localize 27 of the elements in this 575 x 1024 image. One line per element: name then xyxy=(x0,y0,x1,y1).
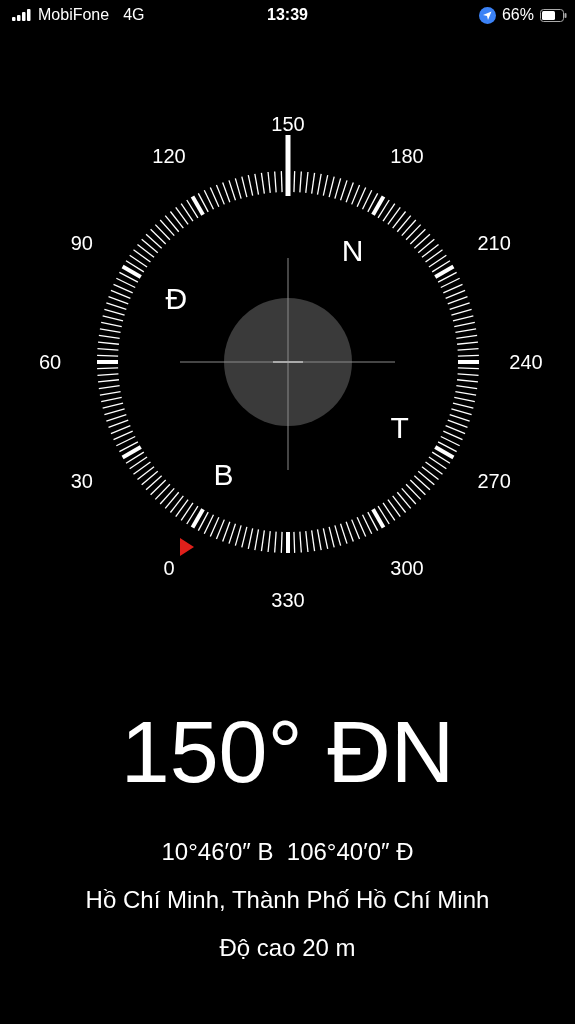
degree-label: 60 xyxy=(38,351,62,373)
degree-label: 210 xyxy=(477,232,511,254)
cardinal-letter: Đ xyxy=(165,281,188,315)
degree-label: 270 xyxy=(477,470,511,492)
degree-label: 330 xyxy=(271,589,305,611)
altitude-text: Độ cao 20 m xyxy=(219,934,356,962)
battery-percent: 66% xyxy=(501,6,534,24)
degree-label: 90 xyxy=(70,232,93,254)
status-time: 13:39 xyxy=(267,6,308,24)
degree-label: 150 xyxy=(271,113,305,135)
heading-reading: 150° ĐN xyxy=(120,708,455,796)
cardinal-letter: T xyxy=(390,410,409,444)
degree-label: 30 xyxy=(70,470,93,492)
battery-icon xyxy=(540,8,567,22)
cardinal-letter: B xyxy=(213,457,234,491)
signal-icon xyxy=(12,9,32,21)
network-type: 4G xyxy=(123,6,145,24)
degree-label: 300 xyxy=(390,557,424,580)
degree-label: 180 xyxy=(390,144,424,167)
north-marker-icon xyxy=(180,538,194,556)
degree-label: 0 xyxy=(163,557,175,580)
cardinal-letter: N xyxy=(341,234,364,268)
carrier-name: MobiFone xyxy=(38,6,110,24)
degree-label: 240 xyxy=(509,351,543,373)
degree-label: 120 xyxy=(152,144,186,167)
coordinates-text: 10°46′0″ B 106°40′0″ Đ xyxy=(161,838,414,866)
location-text: Hồ Chí Minh, Thành Phố Hồ Chí Minh xyxy=(85,886,490,914)
